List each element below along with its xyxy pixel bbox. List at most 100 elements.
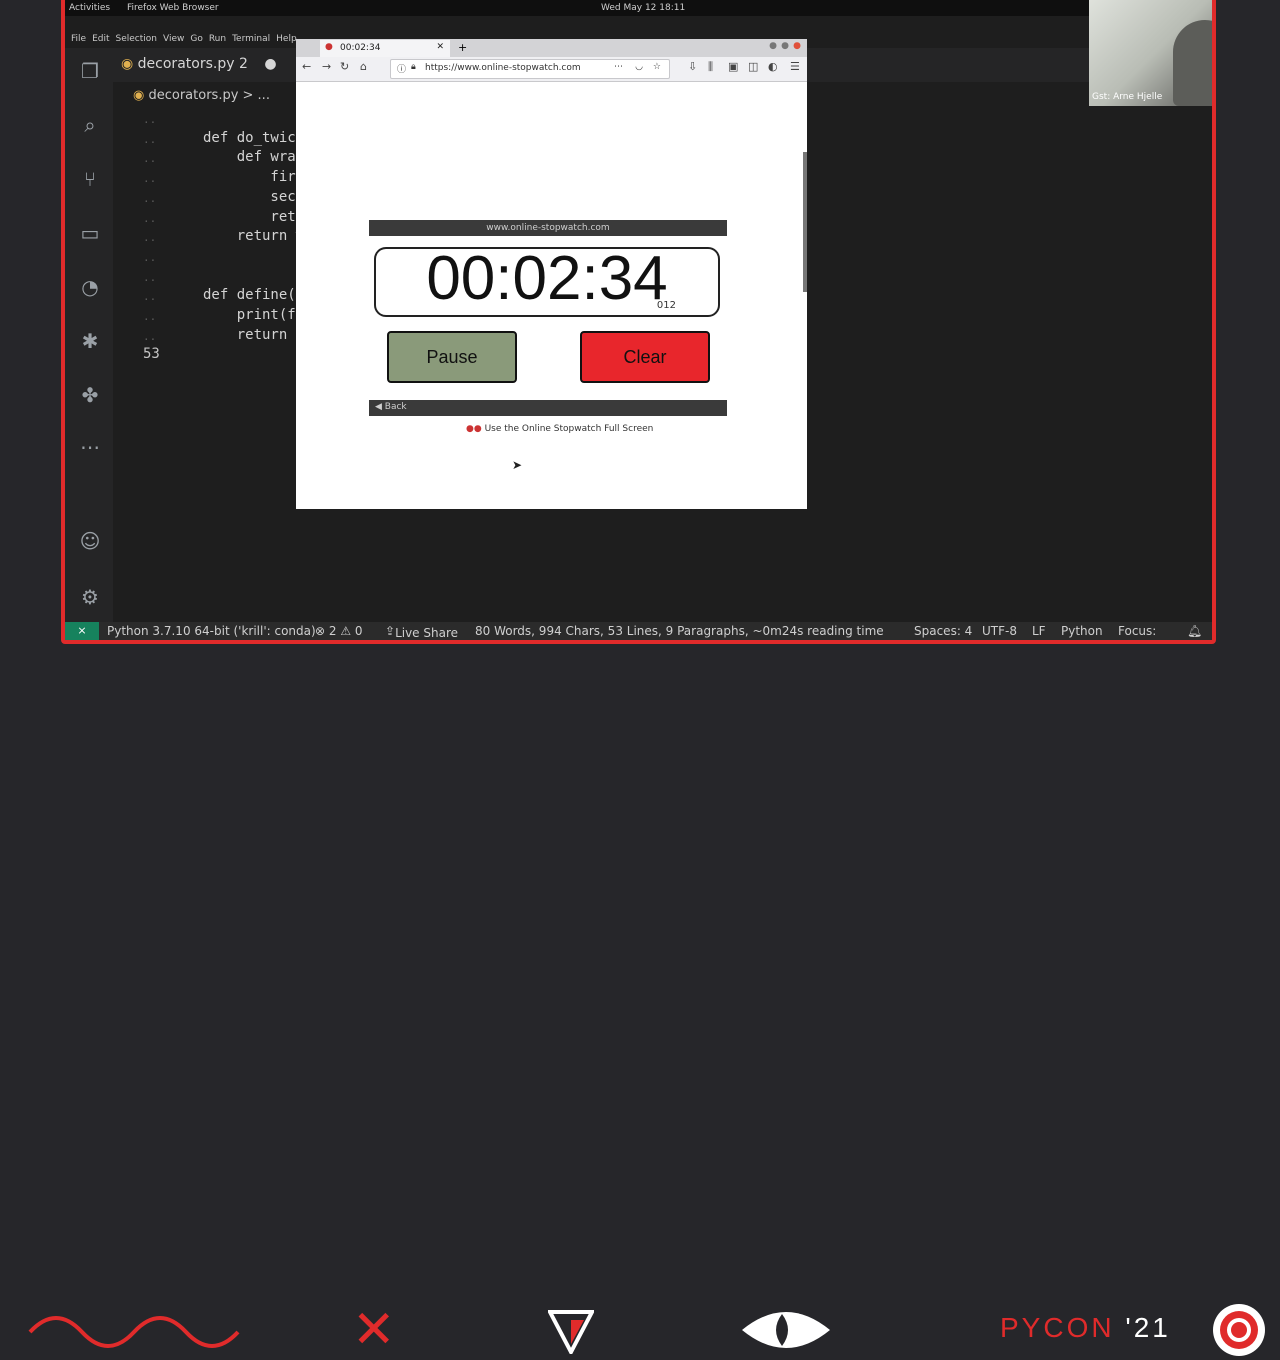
- page-scrollbar[interactable]: [803, 152, 807, 292]
- stopwatch-favicon-icon: ●: [325, 42, 333, 52]
- hamburger-menu-icon[interactable]: ☰: [790, 60, 800, 73]
- minimize-window-icon[interactable]: ●: [769, 41, 777, 51]
- unsaved-dot-icon[interactable]: ●: [264, 56, 276, 72]
- menu-terminal[interactable]: Terminal: [232, 34, 270, 44]
- back-link[interactable]: ◀ Back: [375, 402, 407, 412]
- gnome-top-bar: Activities Firefox Web Browser Wed May 1…: [65, 0, 1212, 16]
- url-bar[interactable]: ⓘ 🔒︎ https://www.online-stopwatch.com ⋯ …: [390, 59, 670, 79]
- code-line[interactable]: return f: [203, 327, 304, 343]
- indentation[interactable]: Spaces: 4: [914, 624, 972, 638]
- menu-help[interactable]: Help: [276, 34, 297, 44]
- activity-bar: ❐ ⌕ ⑂ ▭ ◔ ✱ ✤ ⋯ ☺ ⚙: [65, 48, 113, 622]
- extension-icon[interactable]: ◐: [768, 60, 778, 73]
- line-number: ..: [143, 231, 157, 245]
- line-number: ..: [143, 132, 157, 146]
- lock-icon: 🔒︎: [411, 62, 416, 72]
- status-bar: ⨯ Python 3.7.10 64-bit ('krill': conda) …: [65, 622, 1212, 640]
- liveshare-button[interactable]: ⇪ Live Share: [385, 624, 458, 640]
- focus-mode[interactable]: Focus:: [1118, 624, 1156, 638]
- line-number: 53: [143, 346, 160, 363]
- code-line[interactable]: def define(f: [203, 287, 304, 303]
- code-line[interactable]: def wrap: [203, 149, 304, 165]
- breadcrumb[interactable]: ◉ decorators.py > ...: [133, 88, 270, 103]
- menu-go[interactable]: Go: [190, 34, 202, 44]
- forward-arrow-icon[interactable]: →: [322, 60, 331, 73]
- code-line[interactable]: retu: [203, 209, 304, 225]
- pycon-wordmark: PYCON '21: [1000, 1312, 1171, 1344]
- line-number: ..: [143, 113, 157, 126]
- stopwatch-logo-icon: ●●: [466, 424, 482, 434]
- back-arrow-icon[interactable]: ←: [302, 60, 311, 73]
- menu-selection[interactable]: Selection: [116, 34, 157, 44]
- tab-close-icon[interactable]: ✕: [436, 42, 444, 52]
- reload-icon[interactable]: ↻: [340, 60, 349, 73]
- bookmark-star-icon[interactable]: ☆: [653, 62, 661, 72]
- code-line[interactable]: seco: [203, 189, 304, 205]
- site-banner[interactable]: www.online-stopwatch.com: [369, 220, 727, 236]
- screen-share-frame: Activities Firefox Web Browser Wed May 1…: [61, 0, 1216, 644]
- clock[interactable]: Wed May 12 18:11: [601, 3, 685, 13]
- python-interpreter[interactable]: Python 3.7.10 64-bit ('krill': conda): [107, 624, 316, 638]
- maximize-window-icon[interactable]: ●: [781, 41, 789, 51]
- liveshare-label: Live Share: [395, 626, 459, 640]
- mouse-cursor-icon: ➤: [512, 458, 523, 472]
- account-icon[interactable]: ☺: [77, 528, 103, 554]
- menu-run[interactable]: Run: [209, 34, 226, 44]
- close-window-icon[interactable]: ●: [793, 41, 801, 51]
- firefox-tab[interactable]: ● 00:02:34 ✕: [320, 40, 450, 57]
- problems-indicator[interactable]: ⊗ 2 ⚠ 0: [315, 624, 363, 638]
- explorer-icon[interactable]: ❐: [77, 58, 103, 84]
- page-actions-icon[interactable]: ⋯: [614, 62, 623, 72]
- new-tab-icon[interactable]: +: [458, 41, 467, 54]
- firefox-tabbar: ● 00:02:34 ✕ + ● ● ●: [296, 39, 807, 57]
- word-count[interactable]: 80 Words, 994 Chars, 53 Lines, 9 Paragra…: [475, 624, 884, 638]
- library-icon[interactable]: ⫼: [708, 60, 713, 74]
- remote-indicator-icon[interactable]: ⨯: [65, 622, 99, 640]
- fullscreen-link-text: Use the Online Stopwatch Full Screen: [484, 424, 654, 434]
- speaker-silhouette-icon: [1173, 20, 1212, 106]
- line-number: ..: [143, 290, 157, 304]
- code-line[interactable]: print(f": [203, 307, 304, 323]
- webcam-label: Gst: Arne Hjelle: [1092, 92, 1163, 102]
- code-line[interactable]: return w: [203, 228, 304, 244]
- more-icon[interactable]: ⋯: [77, 434, 103, 460]
- pycon-brand: PYCON: [1000, 1312, 1115, 1343]
- pocket-icon[interactable]: ◡: [635, 62, 643, 72]
- pause-button[interactable]: Pause: [387, 331, 517, 383]
- extensions-icon[interactable]: ✤: [77, 382, 103, 408]
- search-icon[interactable]: ⌕: [77, 112, 103, 138]
- python-file-icon: ◉: [121, 56, 134, 72]
- site-info-icon[interactable]: ⓘ: [397, 62, 406, 75]
- code-line[interactable]: def do_twice: [203, 130, 304, 146]
- fullscreen-link[interactable]: ●● Use the Online Stopwatch Full Screen: [466, 424, 653, 434]
- bug-icon[interactable]: ✱: [77, 328, 103, 354]
- triangle-logo-icon: [548, 1310, 594, 1354]
- menu-edit[interactable]: Edit: [92, 34, 109, 44]
- remote-explorer-icon[interactable]: ▭: [77, 220, 103, 246]
- synced-tabs-icon[interactable]: ◫: [748, 60, 758, 73]
- active-app-label[interactable]: Firefox Web Browser: [127, 3, 219, 13]
- menu-file[interactable]: File: [71, 34, 86, 44]
- home-icon[interactable]: ⌂: [360, 60, 367, 73]
- line-number: ..: [143, 329, 157, 343]
- sidebar-icon[interactable]: ▣: [728, 60, 738, 73]
- notifications-bell-icon[interactable]: 🔔︎: [1187, 624, 1202, 638]
- line-number: ..: [143, 191, 157, 205]
- tab-label: decorators.py 2: [137, 56, 248, 72]
- language-mode[interactable]: Python: [1061, 624, 1103, 638]
- code-line[interactable]: firs: [203, 169, 304, 185]
- pycon-footer: ✕ PYCON '21: [0, 648, 1280, 1360]
- tab-decorators[interactable]: ◉ decorators.py 2 ●: [121, 56, 277, 72]
- downloads-icon[interactable]: ⇩: [688, 60, 697, 73]
- source-control-icon[interactable]: ⑂: [77, 166, 103, 192]
- activities-button[interactable]: Activities: [69, 3, 110, 13]
- run-debug-icon[interactable]: ◔: [77, 274, 103, 300]
- menu-view[interactable]: View: [163, 34, 184, 44]
- webcam-feed: Gst: Arne Hjelle: [1089, 0, 1212, 106]
- clear-button[interactable]: Clear: [580, 331, 710, 383]
- firefox-tab-title: 00:02:34: [340, 43, 381, 53]
- eol[interactable]: LF: [1032, 624, 1046, 638]
- line-number: ..: [143, 172, 157, 186]
- settings-gear-icon[interactable]: ⚙: [77, 584, 103, 610]
- encoding[interactable]: UTF-8: [982, 624, 1017, 638]
